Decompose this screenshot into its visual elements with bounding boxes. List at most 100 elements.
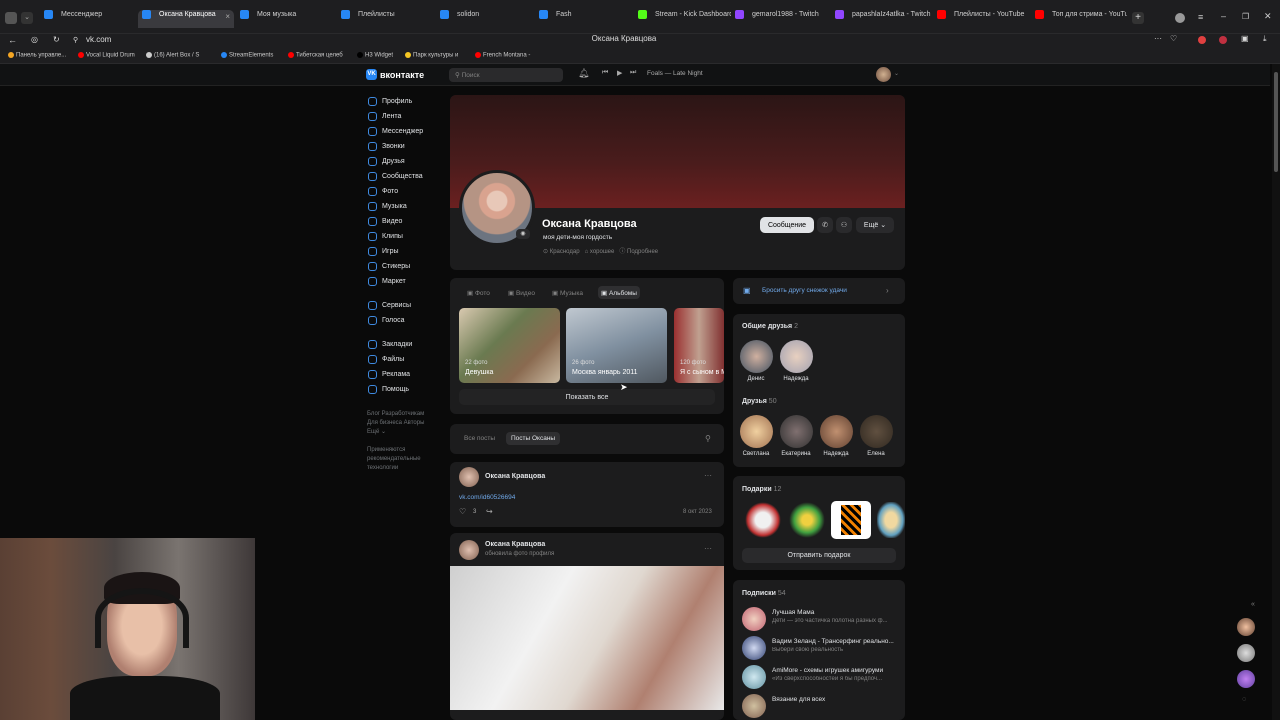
sidebar-item[interactable]: Помощь — [368, 382, 448, 397]
page-scrollbar[interactable] — [1272, 64, 1280, 720]
browser-tab[interactable]: Топ для стрима - YouTube — [1031, 10, 1127, 28]
chat-avatar[interactable] — [1237, 670, 1255, 688]
scrollbar-thumb[interactable] — [1274, 72, 1278, 172]
album-item[interactable]: 120 фото Я с сыном в М... жарким летом — [674, 308, 724, 383]
post-photo[interactable] — [450, 566, 724, 710]
browser-tab[interactable]: Оксана Кравцова × — [138, 10, 234, 28]
camera-icon[interactable]: ◉ — [516, 229, 530, 239]
media-tab[interactable]: ▣ Видео — [505, 286, 538, 299]
bookmark-item[interactable]: French Montana - — [475, 52, 530, 59]
browser-tab[interactable]: gemarol1988 - Twitch — [731, 10, 831, 28]
mutual-friends-title[interactable]: Общие друзья 2 — [742, 323, 798, 330]
sidebar-item[interactable]: Маркет — [368, 274, 448, 289]
vk-logo[interactable]: VK вконтакте — [366, 69, 424, 80]
chat-avatar[interactable] — [1237, 644, 1255, 662]
snowball-link[interactable]: Бросить другу снежок удачи — [762, 287, 847, 294]
bookmark-item[interactable]: Парк культуры и — [405, 52, 458, 59]
sidebar-item[interactable]: Клипы — [368, 229, 448, 244]
friend-item[interactable]: Светлана — [736, 415, 776, 457]
collapse-icon[interactable]: « — [1251, 601, 1255, 608]
chat-icon[interactable]: ◌ — [1242, 696, 1246, 703]
sidebar-item[interactable]: Мессенджер — [368, 124, 448, 139]
footer-link[interactable]: Ещё ⌄ — [367, 428, 424, 437]
sidebar-item[interactable]: Музыка — [368, 199, 448, 214]
search-input[interactable]: ⚲ Поиск — [449, 68, 563, 82]
sidebar-item[interactable]: Голоса — [368, 313, 448, 328]
close-window-icon[interactable]: ✕ — [1264, 11, 1272, 22]
album-item[interactable]: 22 фото Девушка — [459, 308, 560, 383]
bookmark-item[interactable]: Панель управле... — [8, 52, 66, 59]
browser-tab[interactable]: Плейлисты — [337, 10, 434, 28]
sidebar-item[interactable]: Видео — [368, 214, 448, 229]
post-author[interactable]: Оксана Кравцова — [485, 473, 545, 480]
tab-own-posts[interactable]: Посты Оксаны — [506, 432, 561, 445]
subscription-item[interactable]: AmiMore - схемы игрушек амигуруми «Из све… — [742, 665, 902, 689]
sidebar-toggle-icon[interactable]: ▣ — [1241, 34, 1249, 43]
bookmark-item[interactable]: (16) Alert Box / S — [146, 52, 199, 59]
gift-item[interactable] — [831, 501, 871, 539]
post-link[interactable]: vk.com/id60526694 — [459, 494, 515, 501]
next-track-icon[interactable]: ⏭ — [630, 69, 636, 77]
subscription-item[interactable]: Вадим Зеланд - Трансерфинг реально... Выб… — [742, 636, 902, 660]
browser-tab[interactable]: Плейлисты - YouTube — [933, 10, 1033, 28]
extension-icon-2[interactable] — [1219, 36, 1227, 44]
add-friend-button[interactable]: ⚇ — [836, 217, 852, 233]
gift-item[interactable] — [789, 502, 825, 538]
sidebar-item[interactable]: Закладки — [368, 337, 448, 352]
sidebar-item[interactable]: Друзья — [368, 154, 448, 169]
sidebar-item[interactable]: Профиль — [368, 94, 448, 109]
subscriptions-title[interactable]: Подписки 54 — [742, 590, 786, 597]
sidebar-item[interactable]: Лента — [368, 109, 448, 124]
new-tab-button[interactable]: + — [1132, 12, 1144, 24]
media-tab[interactable]: ▣ Музыка — [549, 286, 586, 299]
sidebar-item[interactable]: Сервисы — [368, 298, 448, 313]
send-gift-button[interactable]: Отправить подарок — [742, 548, 896, 563]
album-item[interactable]: 26 фото Москва январь 2011 — [566, 308, 667, 383]
friend-item[interactable]: Денис — [736, 340, 776, 382]
maximize-icon[interactable]: ❐ — [1242, 12, 1249, 21]
friend-item[interactable]: Надежда — [776, 340, 816, 382]
footer-link[interactable]: технологии — [367, 464, 424, 473]
browser-menu-icon[interactable] — [5, 12, 17, 24]
like-icon[interactable]: ♡ — [459, 507, 466, 516]
bookmark-item[interactable]: Тибетская целеб — [288, 52, 343, 59]
media-tab[interactable]: ▣ Фото — [464, 286, 493, 299]
sidebar-item[interactable]: Файлы — [368, 352, 448, 367]
friend-item[interactable]: Екатерина — [776, 415, 816, 457]
friend-item[interactable]: Елена — [856, 415, 896, 457]
gift-item[interactable] — [745, 502, 781, 538]
footer-link[interactable]: Применяются — [367, 446, 424, 455]
gifts-title[interactable]: Подарки 12 — [742, 486, 781, 493]
footer-link[interactable]: Для бизнеса Авторы — [367, 419, 424, 428]
sidebar-item[interactable]: Сообщества — [368, 169, 448, 184]
sidebar-item[interactable]: Фото — [368, 184, 448, 199]
sidebar-item[interactable]: Стикеры — [368, 259, 448, 274]
footer-link[interactable]: рекомендательные — [367, 455, 424, 464]
now-playing[interactable]: Foals — Late Night — [647, 70, 703, 77]
chat-avatar[interactable] — [1237, 618, 1255, 636]
subscription-item[interactable]: Вязание для всех — [742, 694, 902, 718]
call-button[interactable]: ✆ — [817, 217, 833, 233]
tab-list-icon[interactable]: ⌄ — [21, 12, 33, 24]
bookmark-item[interactable]: StreamElements — [221, 52, 273, 59]
play-icon[interactable]: ▶ — [617, 69, 622, 77]
profile-icon[interactable] — [1175, 13, 1185, 23]
sidebar-item[interactable]: Игры — [368, 244, 448, 259]
browser-tab[interactable]: Моя музыка — [236, 10, 333, 28]
browser-tab[interactable]: Мессенджер — [40, 10, 135, 28]
friend-item[interactable]: Надежда — [816, 415, 856, 457]
minimize-icon[interactable]: – — [1221, 11, 1226, 21]
sidebar-item[interactable]: Звонки — [368, 139, 448, 154]
browser-tab[interactable]: Fash — [535, 10, 632, 28]
media-tab[interactable]: ▣ Альбомы — [598, 286, 640, 299]
post-menu-icon[interactable]: ··· — [704, 471, 712, 480]
sidebar-item[interactable]: Реклама — [368, 367, 448, 382]
browser-tab[interactable]: papashlaIz4atlka - Twitch — [831, 10, 931, 28]
more-icon[interactable]: ··· — [1154, 34, 1162, 43]
post-author-avatar[interactable] — [459, 467, 479, 487]
user-avatar[interactable] — [876, 67, 891, 82]
show-all-button[interactable]: Показать все — [459, 389, 715, 405]
browser-tab[interactable]: Stream - Kick Dashboard — [634, 10, 731, 28]
bookmark-item[interactable]: H3 Widget — [357, 52, 393, 59]
tab-all-posts[interactable]: Все посты — [459, 432, 500, 445]
